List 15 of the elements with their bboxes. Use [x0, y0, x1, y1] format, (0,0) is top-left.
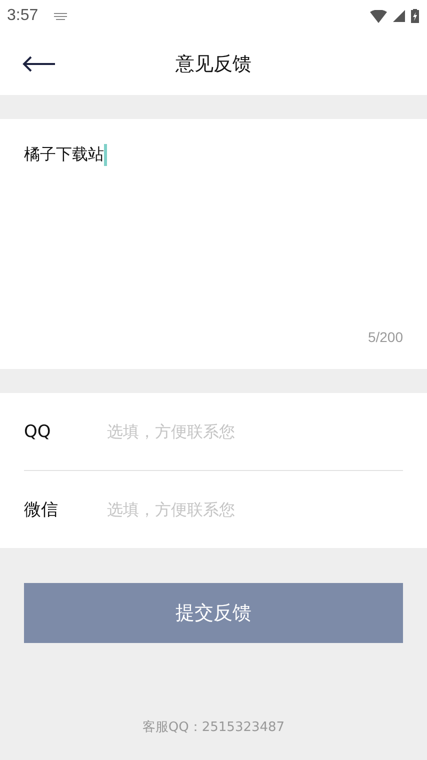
text-cursor — [104, 144, 107, 166]
character-counter: 5/200 — [368, 329, 403, 345]
support-contact: 客服QQ：2515323487 — [141, 719, 286, 736]
feedback-field[interactable]: 橘子下载站 — [24, 144, 403, 329]
signal-icon — [393, 10, 405, 22]
field-label: 微信 — [24, 499, 59, 521]
back-arrow-icon[interactable] — [22, 56, 56, 72]
battery-icon — [411, 9, 419, 23]
status-time: 3:57 — [7, 7, 38, 25]
page-title: 意见反馈 — [174, 52, 252, 76]
keyboard-icon — [54, 12, 68, 20]
wifi-icon — [370, 10, 387, 22]
input-field[interactable]: 选填，方便联系您 — [107, 422, 403, 441]
field-label: QQ — [24, 422, 52, 442]
input-field[interactable]: 选填，方便联系您 — [107, 500, 403, 519]
